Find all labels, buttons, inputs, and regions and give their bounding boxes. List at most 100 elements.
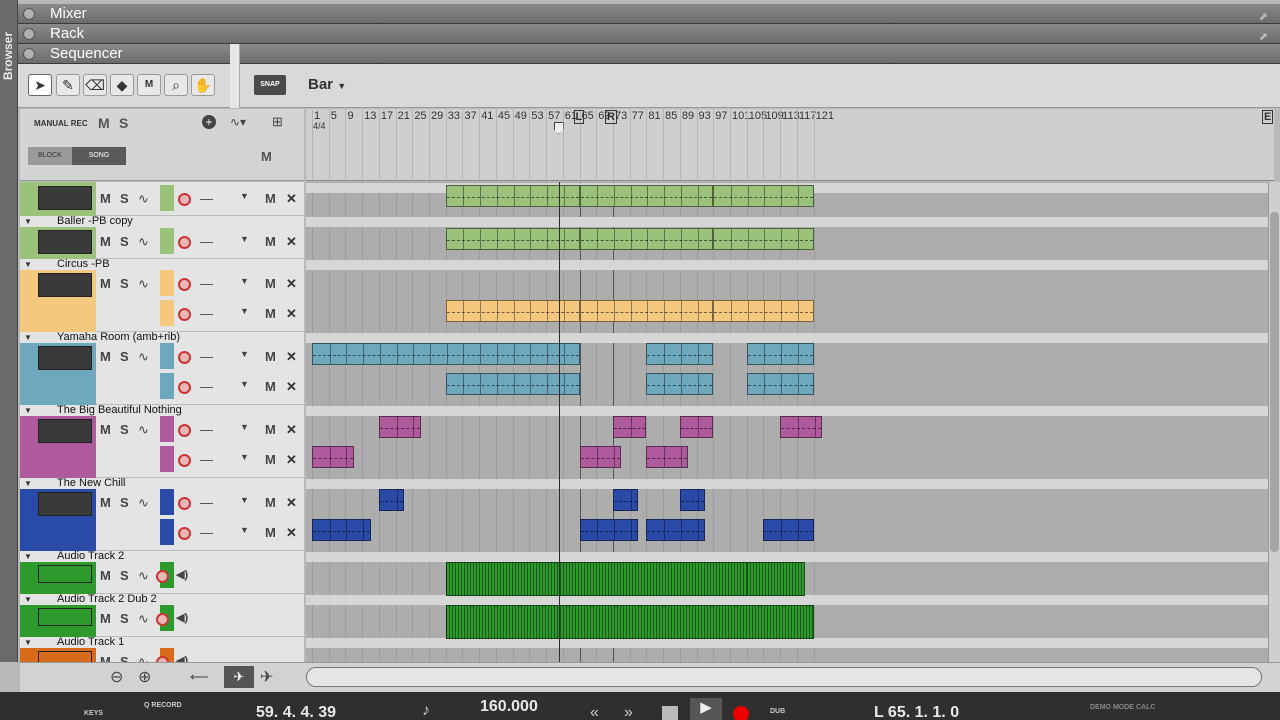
pattern-clip[interactable] (579, 185, 714, 207)
lane-menu-icon[interactable]: ▼ (240, 276, 249, 286)
track-name[interactable]: Circus -PB (57, 258, 110, 270)
hand-tool-button[interactable]: ✋ (191, 74, 215, 96)
waveform-icon[interactable]: ∿ (138, 654, 149, 662)
sequencer-panel-header[interactable]: Sequencer (18, 44, 1280, 64)
vertical-scrollbar[interactable] (1268, 182, 1280, 662)
pattern-clip[interactable] (713, 185, 814, 207)
track-mute-button[interactable]: M (100, 495, 111, 510)
track-height-medium-icon[interactable]: ✈ (224, 666, 254, 688)
track-name[interactable]: Baller -PB copy (57, 215, 133, 227)
expand-triangle-icon[interactable]: ▼ (24, 552, 32, 561)
mute-tool-button[interactable]: M (137, 74, 161, 96)
delete-lane-button[interactable]: ✕ (286, 234, 297, 250)
eraser-tool-button[interactable]: ⌫ (83, 74, 107, 96)
grid-icon[interactable]: ⊞ (272, 114, 283, 130)
lane-menu-icon[interactable]: ▼ (240, 495, 249, 505)
pattern-clip[interactable] (378, 416, 421, 438)
expand-triangle-icon[interactable]: ▼ (24, 406, 32, 415)
waveform-icon[interactable]: ∿ (138, 611, 149, 627)
pattern-clip[interactable] (579, 519, 639, 541)
record-enable-button[interactable] (178, 424, 191, 437)
pattern-clip[interactable] (746, 373, 814, 395)
pattern-clip[interactable] (763, 519, 814, 541)
record-enable-button[interactable] (178, 236, 191, 249)
speaker-icon[interactable]: ◀) (176, 611, 188, 624)
speaker-icon[interactable]: ◀) (176, 568, 188, 581)
rack-toggle-icon[interactable] (23, 28, 35, 40)
lane-menu-icon[interactable]: ▼ (240, 191, 249, 201)
lane-menu-icon[interactable]: ▼ (240, 452, 249, 462)
expand-triangle-icon[interactable]: ▼ (24, 638, 32, 647)
pattern-clip[interactable] (713, 300, 814, 322)
timeline-ruler[interactable]: 4/4 1 5 9 13 17 21 25 29 33 37 41 45 49 53 57 61 65 69 73 7… (306, 109, 1274, 181)
audio-clip[interactable] (445, 605, 814, 639)
track-height-small-icon[interactable]: ⟵ (190, 669, 209, 685)
solo-all-button[interactable]: S (119, 115, 128, 131)
record-enable-button[interactable] (178, 193, 191, 206)
track-mute-button[interactable]: M (100, 654, 111, 662)
pattern-clip[interactable] (679, 416, 714, 438)
lane-mute-button[interactable]: M (265, 191, 276, 206)
lane-mute-button[interactable]: M (265, 276, 276, 291)
magnify-tool-button[interactable]: ⌕ (164, 74, 188, 96)
record-enable-button[interactable] (178, 351, 191, 364)
lane-mute-button[interactable]: M (265, 422, 276, 437)
device-thumbnail[interactable] (38, 419, 92, 443)
track-header[interactable]: Audio Track 2 ▼ M S ∿ ◀) (20, 550, 304, 594)
song-position[interactable]: 59. 4. 4. 39 (256, 704, 336, 720)
lane-menu-icon[interactable]: ▼ (240, 525, 249, 535)
fast-forward-icon[interactable]: » (624, 704, 633, 720)
pattern-clip[interactable] (780, 416, 822, 438)
scroll-thumb[interactable] (1270, 212, 1279, 552)
delete-lane-button[interactable]: ✕ (286, 422, 297, 438)
track-solo-button[interactable]: S (120, 234, 129, 249)
record-button[interactable] (733, 706, 749, 720)
audio-clip[interactable] (746, 562, 806, 596)
track-name[interactable]: Audio Track 2 Dub 2 (57, 593, 157, 605)
record-enable-button[interactable] (178, 308, 191, 321)
pattern-clip[interactable] (579, 300, 714, 322)
device-thumbnail[interactable] (38, 565, 92, 583)
record-enable-button[interactable] (178, 527, 191, 540)
track-mute-button[interactable]: M (100, 422, 111, 437)
lane-mute-button[interactable]: M (265, 525, 276, 540)
rack-panel-header[interactable]: Rack ⬈ (18, 24, 1280, 44)
pattern-clip[interactable] (579, 446, 622, 468)
record-enable-button[interactable] (178, 454, 191, 467)
lane-mute-button[interactable]: M (265, 379, 276, 394)
record-enable-button[interactable] (178, 381, 191, 394)
device-thumbnail[interactable] (38, 608, 92, 626)
arrangement-lanes[interactable] (306, 182, 1268, 662)
lane-mute-button[interactable]: M (265, 234, 276, 249)
delete-lane-button[interactable]: ✕ (286, 276, 297, 292)
track-solo-button[interactable]: S (120, 495, 129, 510)
pattern-clip[interactable] (646, 446, 689, 468)
track-header[interactable]: Yamaha Room (amb+rib) ▼ M S ∿ — ▼ M ✕ — ▼ M ✕ (20, 331, 304, 405)
end-marker[interactable]: E (1262, 110, 1274, 124)
pattern-clip[interactable] (646, 519, 705, 541)
track-solo-button[interactable]: S (120, 568, 129, 583)
expand-triangle-icon[interactable]: ▼ (24, 333, 32, 342)
mixer-panel-header[interactable]: Mixer ⬈ (18, 4, 1280, 24)
track-name[interactable]: The Big Beautiful Nothing (57, 404, 182, 416)
lane-menu-icon[interactable]: ▼ (240, 379, 249, 389)
delete-lane-button[interactable]: ✕ (286, 306, 297, 322)
lane-mute-button[interactable]: M (265, 452, 276, 467)
track-header[interactable]: M S ∿ — ▼ M ✕ (20, 182, 304, 216)
device-thumbnail[interactable] (38, 230, 92, 254)
automation-icon[interactable]: ∿▾ (230, 115, 246, 129)
waveform-icon[interactable]: ∿ (138, 276, 149, 292)
q-record-label[interactable]: Q RECORD (144, 702, 182, 709)
lane-menu-icon[interactable]: ▼ (240, 306, 249, 316)
play-button[interactable]: ▶ (690, 698, 722, 720)
waveform-icon[interactable]: ∿ (138, 191, 149, 207)
left-locator[interactable]: L (573, 110, 585, 124)
device-thumbnail[interactable] (38, 492, 92, 516)
metronome-icon[interactable]: ♪ (422, 702, 430, 720)
grid-value-select[interactable]: Bar ▼ (308, 76, 346, 93)
track-mute-button[interactable]: M (100, 191, 111, 206)
track-name[interactable]: The New Chill (57, 477, 125, 489)
track-solo-button[interactable]: S (120, 191, 129, 206)
sequencer-toggle-icon[interactable] (23, 48, 35, 60)
track-mute-button[interactable]: M (100, 276, 111, 291)
